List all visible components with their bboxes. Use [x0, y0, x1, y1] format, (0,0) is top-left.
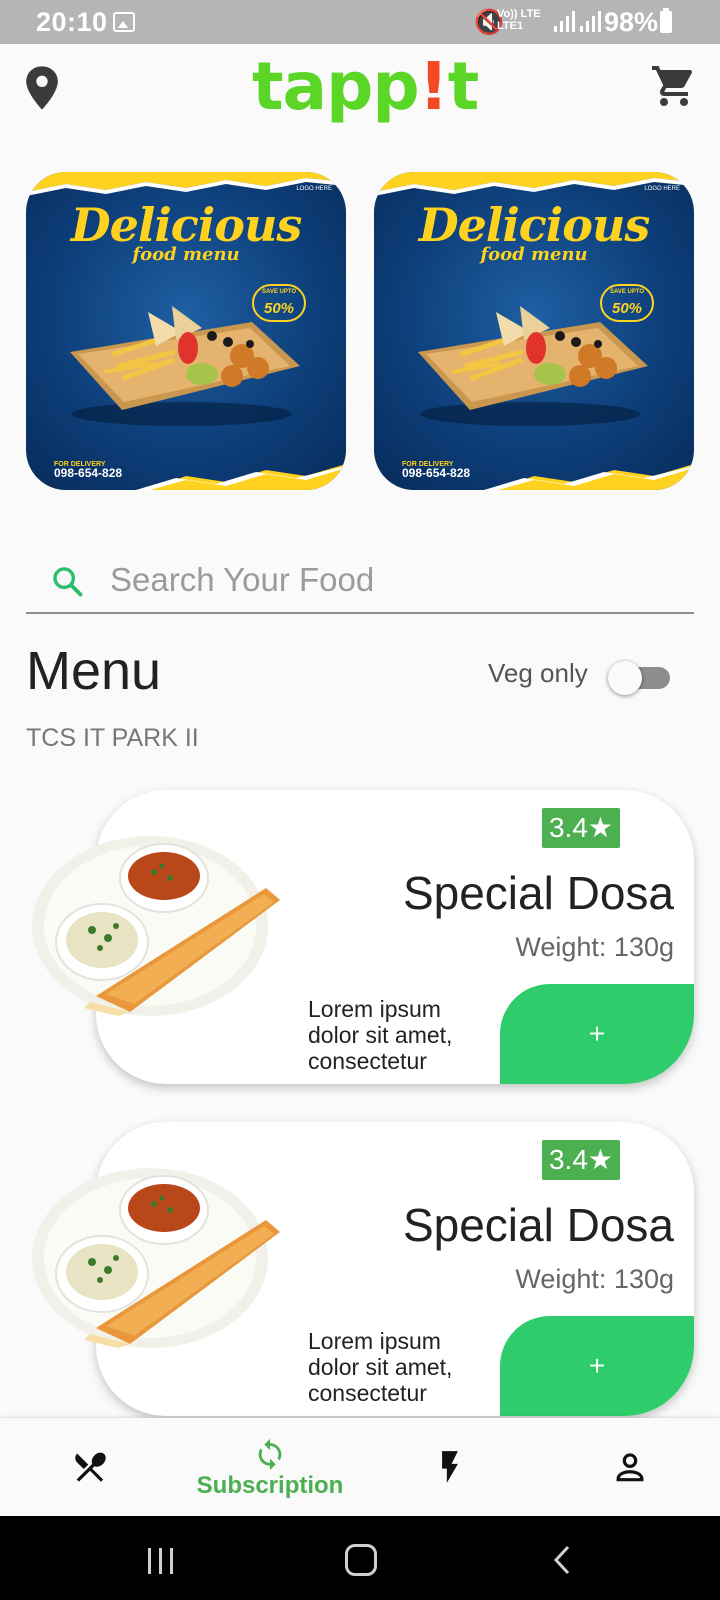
nav-item-subscription[interactable]: Subscription — [180, 1418, 360, 1516]
logo-suffix: t — [447, 48, 480, 125]
battery-percentage: 98% — [604, 7, 659, 37]
dosa-plate-image — [32, 1168, 280, 1348]
back-icon[interactable] — [550, 1544, 574, 1576]
status-bar: 20:10 🔇 Vo)) LTE LTE1 98% — [0, 0, 720, 44]
dosa-plate-image — [32, 836, 280, 1016]
app-header: tapp!t — [0, 44, 720, 134]
bottom-navigation: Subscription — [0, 1418, 720, 1516]
logo-accent: ! — [418, 48, 449, 125]
lightning-icon — [442, 1451, 458, 1483]
menu-title: Menu — [26, 641, 162, 701]
refresh-icon — [258, 1438, 282, 1470]
nav-label-subscription: Subscription — [196, 1472, 344, 1499]
banner-logo-placeholder: LOGO HERE — [644, 186, 680, 192]
food-tray-image — [418, 306, 648, 426]
product-weight: Weight: 130g — [515, 932, 674, 962]
product-description: Lorem ipsum dolor sit amet, consectetur — [308, 996, 453, 1074]
recent-apps-icon[interactable] — [146, 1546, 176, 1576]
banner-subtitle: food menu — [480, 244, 588, 265]
fork-knife-icon — [75, 1452, 106, 1482]
product-description: Lorem ipsum dolor sit amet, consectetur — [308, 1328, 453, 1406]
product-name: Special Dosa — [402, 867, 674, 919]
product-weight: Weight: 130g — [515, 1264, 674, 1294]
add-to-cart-button[interactable]: + — [500, 1316, 694, 1416]
signal-icon — [554, 11, 601, 32]
banner-stripe — [484, 464, 694, 490]
menu-location: TCS IT PARK II — [26, 724, 199, 752]
veg-only-label: Veg only — [488, 658, 588, 688]
food-tray-image — [70, 306, 300, 426]
promo-banner[interactable]: LOGO HERE Delicious food menu SAVE UPTO … — [374, 172, 694, 490]
network-type: Vo)) LTE LTE1 — [497, 8, 541, 32]
shopping-cart-icon[interactable] — [650, 62, 698, 110]
location-pin-icon[interactable] — [22, 64, 62, 112]
search-input[interactable] — [110, 556, 670, 604]
gallery-notification-icon — [113, 12, 135, 32]
banner-subtitle: food menu — [132, 244, 240, 265]
nav-item-quick[interactable] — [420, 1418, 480, 1516]
nav-item-profile[interactable] — [600, 1418, 660, 1516]
logo-prefix: tapp — [252, 48, 420, 125]
banner-logo-placeholder: LOGO HERE — [296, 186, 332, 192]
banner-stripe — [136, 464, 346, 490]
nav-item-menu[interactable] — [60, 1418, 120, 1516]
search-bar — [26, 548, 694, 614]
rating-badge: 3.4★ — [542, 1140, 620, 1180]
app-screen: 20:10 🔇 Vo)) LTE LTE1 98% tapp!t LOGO HE… — [0, 0, 720, 1600]
product-name: Special Dosa — [402, 1199, 674, 1251]
rating-badge: 3.4★ — [542, 808, 620, 848]
toggle-thumb — [608, 661, 642, 695]
system-navigation-bar — [0, 1516, 720, 1600]
network-type-bottom: LTE1 — [497, 20, 524, 32]
network-type-top: Vo)) LTE — [497, 8, 541, 20]
veg-only-toggle[interactable] — [608, 659, 672, 695]
promo-banner[interactable]: LOGO HERE Delicious food menu SAVE UPTO … — [26, 172, 346, 490]
app-logo: tapp!t — [252, 48, 480, 125]
add-to-cart-button[interactable]: + — [500, 984, 694, 1084]
status-time: 20:10 — [36, 7, 108, 37]
person-icon — [616, 1453, 644, 1482]
battery-icon — [660, 8, 672, 33]
search-icon — [53, 567, 83, 597]
home-icon[interactable] — [345, 1544, 377, 1576]
promo-banner-carousel[interactable]: LOGO HERE Delicious food menu SAVE UPTO … — [26, 172, 720, 492]
